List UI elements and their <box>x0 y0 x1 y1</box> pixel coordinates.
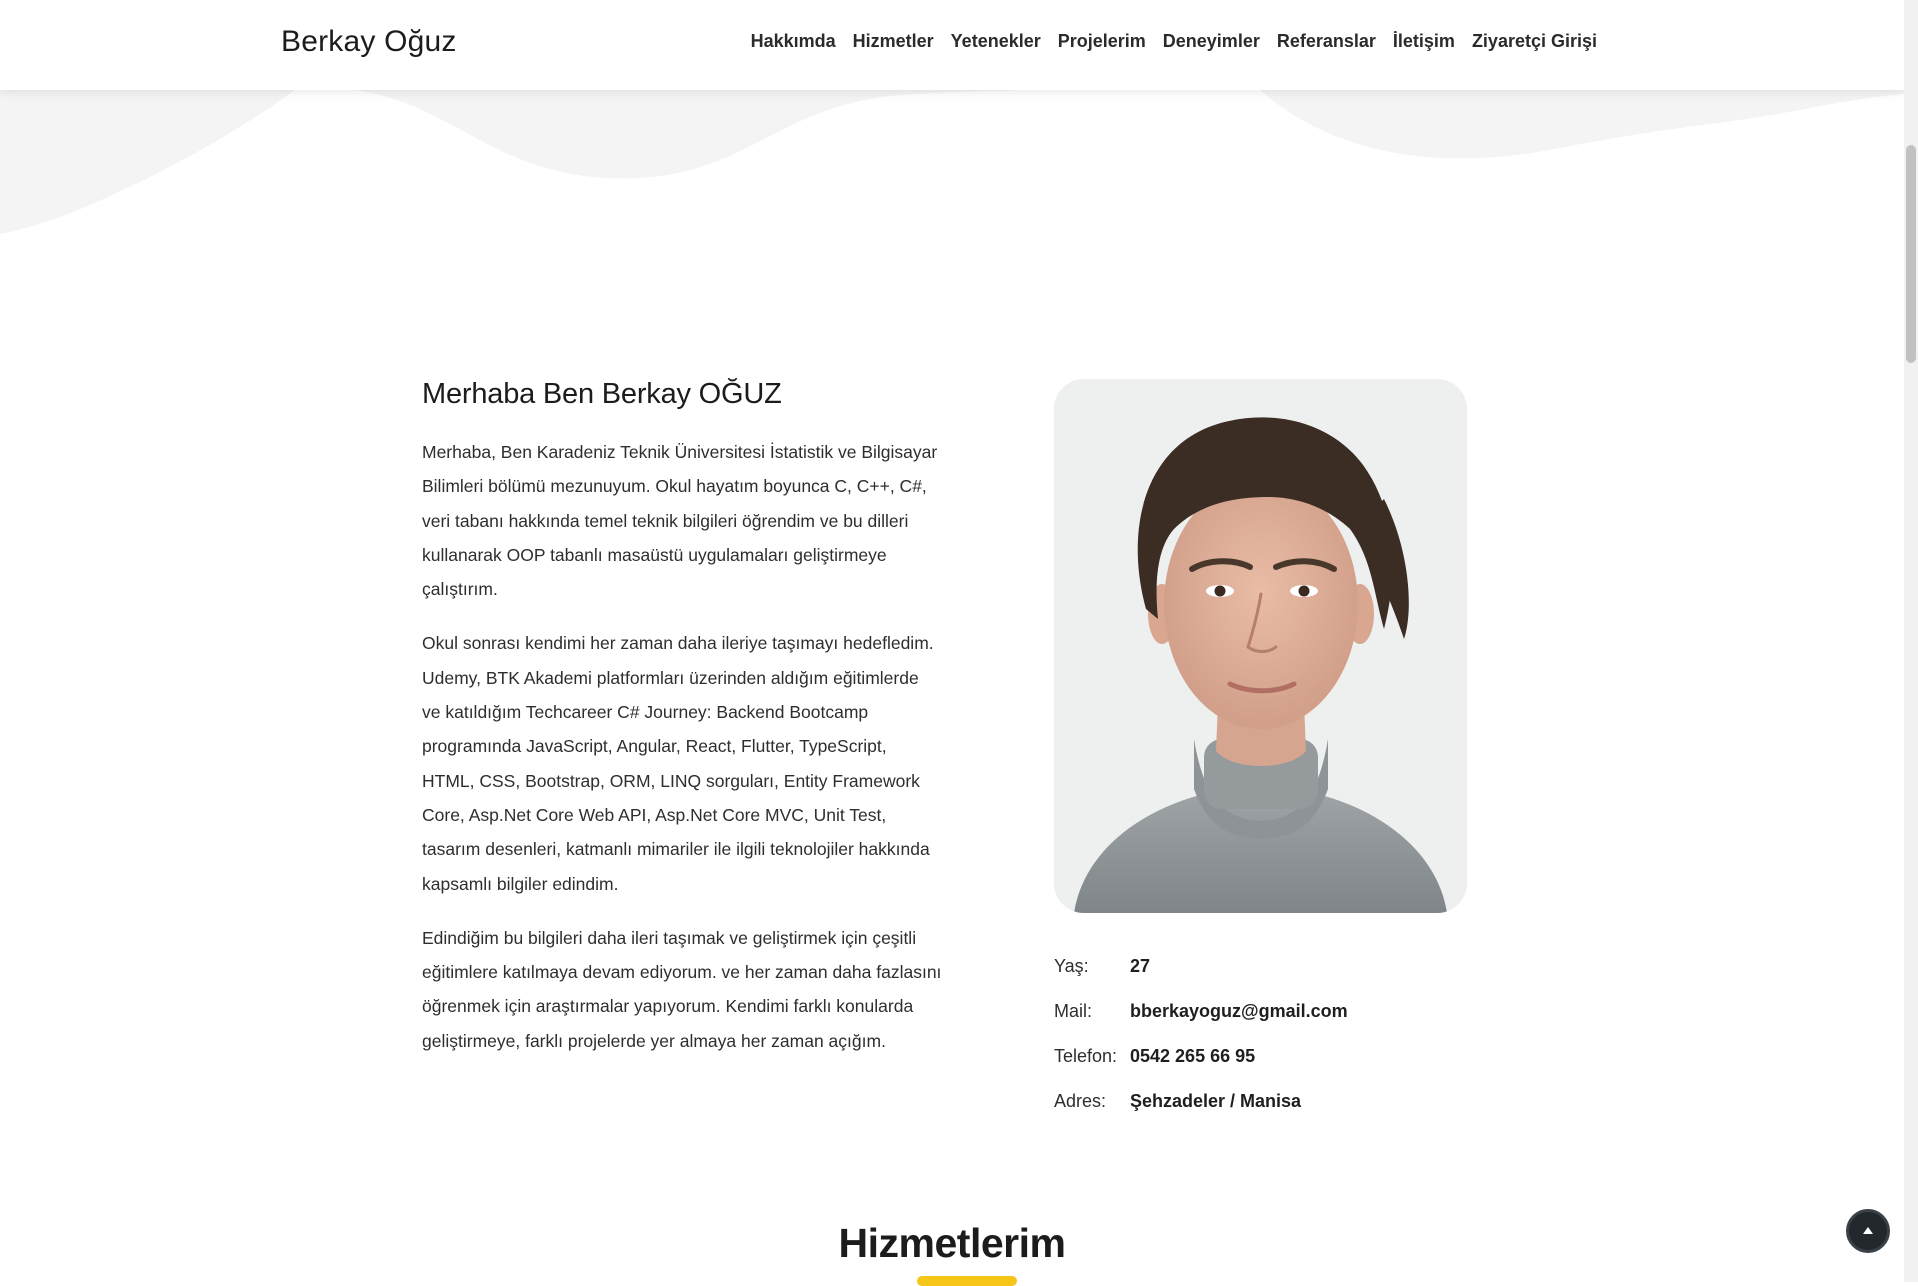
nav-item-iletisim: İletişim <box>1393 31 1455 52</box>
info-row-address: Adres: Şehzadeler / Manisa <box>1054 1091 1348 1136</box>
profile-photo <box>1054 379 1467 913</box>
nav-link-deneyimler[interactable]: Deneyimler <box>1163 31 1260 51</box>
scrollbar-thumb[interactable] <box>1906 145 1916 363</box>
info-label: Adres: <box>1054 1091 1107 1111</box>
info-value-mail: bberkayoguz@gmail.com <box>1130 1001 1348 1021</box>
top-navbar: Berkay Oğuz Hakkımda Hizmetler Yetenekle… <box>0 0 1904 90</box>
nav-link-yetenekler[interactable]: Yetenekler <box>951 31 1041 51</box>
nav-link-hakkimda[interactable]: Hakkımda <box>751 31 836 51</box>
nav-link-ziyaretci-girisi[interactable]: Ziyaretçi Girişi <box>1472 31 1597 51</box>
about-section: Merhaba Ben Berkay OĞUZ Merhaba, Ben Kar… <box>0 0 1904 1286</box>
personal-info-list: Yaş: 27 Mail: bberkayoguz@gmail.com Tele… <box>1054 956 1348 1136</box>
info-row-age: Yaş: 27 <box>1054 956 1348 1001</box>
arrow-up-icon <box>1863 1227 1873 1234</box>
nav-item-referanslar: Referanslar <box>1277 31 1376 52</box>
brand-logo-link[interactable]: Berkay Oğuz <box>281 25 457 59</box>
services-heading-underline <box>917 1276 1017 1286</box>
info-value-address: Şehzadeler / Manisa <box>1130 1091 1302 1111</box>
info-label: Mail: <box>1054 1001 1093 1021</box>
info-label: Yaş: <box>1054 956 1089 976</box>
nav-item-deneyimler: Deneyimler <box>1163 31 1260 52</box>
info-value-phone: 0542 265 66 95 <box>1130 1046 1256 1066</box>
nav-item-hakkimda: Hakkımda <box>751 31 836 52</box>
nav-link-projelerim[interactable]: Projelerim <box>1058 31 1146 51</box>
about-paragraph: Okul sonrası kendimi her zaman daha iler… <box>422 633 934 894</box>
nav-link-referanslar[interactable]: Referanslar <box>1277 31 1376 51</box>
info-value-age: 27 <box>1130 956 1151 976</box>
about-text-column: Merhaba Ben Berkay OĞUZ Merhaba, Ben Kar… <box>422 378 942 1078</box>
nav-link-iletisim[interactable]: İletişim <box>1393 31 1455 51</box>
info-row-mail: Mail: bberkayoguz@gmail.com <box>1054 1001 1348 1046</box>
about-paragraph: Merhaba, Ben Karadeniz Teknik Üniversite… <box>422 442 938 600</box>
services-heading: Hizmetlerim <box>838 1220 1066 1266</box>
info-label: Telefon: <box>1054 1046 1118 1066</box>
nav-menu: Hakkımda Hizmetler Yetenekler Projelerim… <box>751 31 1597 52</box>
nav-item-projelerim: Projelerim <box>1058 31 1146 52</box>
about-title: Merhaba Ben Berkay OĞUZ <box>422 378 782 410</box>
about-paragraph: Edindiğim bu bilgileri daha ileri taşıma… <box>422 927 942 1051</box>
page-scrollbar[interactable] <box>1904 0 1918 1282</box>
nav-link-hizmetler[interactable]: Hizmetler <box>853 31 934 51</box>
nav-item-hizmetler: Hizmetler <box>853 31 934 52</box>
info-row-phone: Telefon: 0542 265 66 95 <box>1054 1046 1348 1091</box>
nav-item-yetenekler: Yetenekler <box>951 31 1041 52</box>
nav-item-ziyaretci-girisi: Ziyaretçi Girişi <box>1472 31 1597 52</box>
profile-portrait-illustration <box>1054 379 1467 913</box>
scroll-to-top-button[interactable] <box>1846 1209 1890 1253</box>
